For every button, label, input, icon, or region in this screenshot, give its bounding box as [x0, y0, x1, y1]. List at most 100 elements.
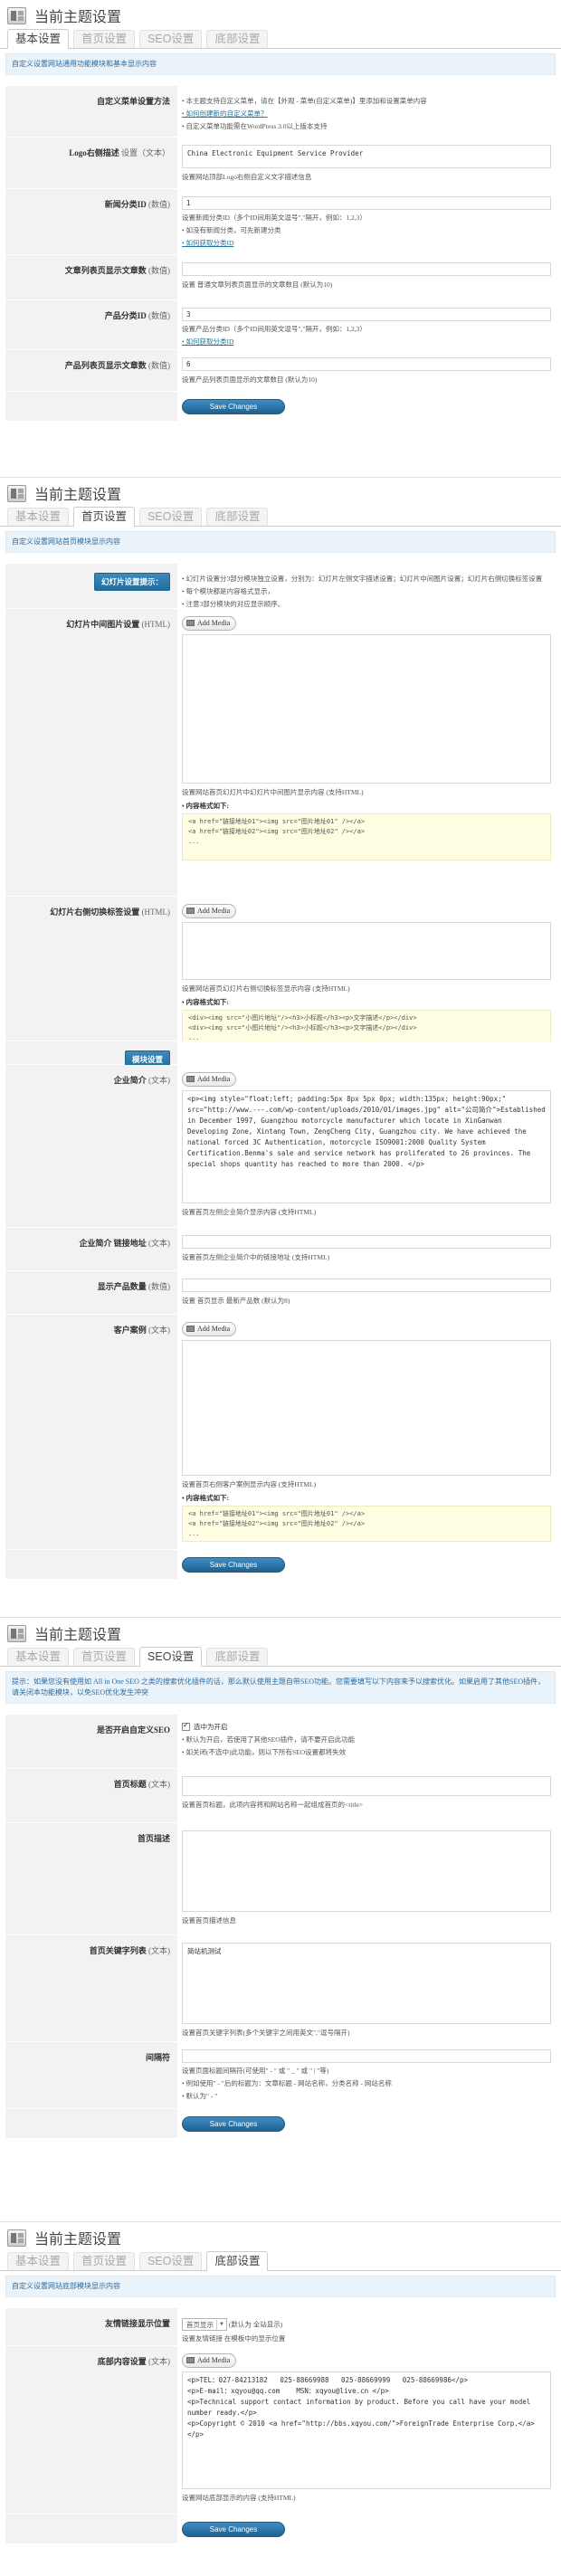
product-num-type: (数值)	[148, 361, 170, 370]
intro-label: 企业简介	[113, 1076, 147, 1085]
menu-tip: • 本主题支持自定义菜单，请在【外观 - 菜单(自定义菜单)】里添加和设置菜单内…	[182, 97, 427, 105]
product-show-label: 显示产品数量	[97, 1282, 147, 1291]
news-id-type: (数值)	[148, 200, 170, 209]
slide-img-textarea[interactable]	[182, 634, 551, 784]
save-button[interactable]: Save Changes	[182, 399, 285, 414]
article-num-label: 文章列表页显示文章数	[64, 266, 147, 275]
save-button[interactable]: Save Changes	[182, 2522, 285, 2537]
seo-enable-checkbox[interactable]	[182, 1721, 190, 1731]
product-num-input[interactable]: 6	[182, 357, 551, 371]
add-media-button[interactable]: Add Media	[182, 2353, 237, 2368]
tab-footer[interactable]: 底部设置	[206, 2251, 269, 2271]
seo-desc-label: 首页描述	[5, 1823, 177, 1934]
news-id-tip: 设置新闻分类ID（多个ID间用英文逗号","隔开，例如：1,2,3）	[182, 214, 366, 222]
tab-footer[interactable]: 底部设置	[206, 508, 269, 526]
tab-home[interactable]: 首页设置	[73, 507, 136, 527]
tab-seo[interactable]: SEO设置	[139, 30, 203, 48]
case-type: (文本)	[148, 1326, 170, 1335]
tab-home[interactable]: 首页设置	[73, 30, 136, 48]
media-icon	[186, 1076, 195, 1082]
intro-textarea[interactable]: <p><img style="float:left; padding:5px 8…	[182, 1090, 551, 1203]
case-textarea[interactable]	[182, 1340, 551, 1476]
menu-version-tip: • 自定义菜单功能需在WordPress 3.0以上版本支持	[182, 122, 328, 130]
code-format-heading: • 内容格式如下:	[182, 1494, 229, 1502]
home-settings-panel: 当前主题设置 基本设置 首页设置 SEO设置 底部设置 自定义设置网站首页模块显…	[0, 478, 561, 1618]
news-id-input[interactable]: 1	[182, 196, 551, 210]
slide-img-desc: 设置网站首页幻灯片中幻灯片中间图片显示内容 (支持HTML)	[182, 788, 364, 796]
tab-footer[interactable]: 底部设置	[206, 1648, 269, 1666]
seo-title-input[interactable]	[182, 1776, 551, 1796]
tab-basic[interactable]: 基本设置	[7, 508, 70, 526]
tab-basic[interactable]: 基本设置	[7, 1648, 70, 1666]
page-title: 当前主题设置	[34, 1628, 122, 1643]
code-format-heading: • 内容格式如下:	[182, 802, 229, 810]
slide-tab-desc: 设置网站首页幻灯片右侧切换标签显示内容 (支持HTML)	[182, 984, 350, 993]
news-id-label: 新闻分类ID	[104, 200, 147, 209]
create-menu-link[interactable]: • 如何创建新的自定义菜单？	[182, 109, 268, 118]
footer-content-desc: 设置网站底部显示的内容 (支持HTML)	[182, 2494, 296, 2502]
friend-link-default: (默认为 全站显示)	[228, 2320, 283, 2329]
intro-link-input[interactable]	[182, 1235, 551, 1249]
footer-content-textarea[interactable]: <p>TEL：027-84213182 025-88669988 025-886…	[182, 2372, 551, 2489]
page-title: 当前主题设置	[34, 488, 122, 503]
add-media-button[interactable]: Add Media	[182, 616, 237, 631]
save-button[interactable]: Save Changes	[182, 2116, 285, 2132]
media-icon	[186, 2357, 195, 2363]
product-show-type: (数值)	[148, 1282, 170, 1291]
tab-home[interactable]: 首页设置	[73, 1648, 136, 1666]
get-category-id-link[interactable]: • 如何获取分类ID	[182, 239, 233, 247]
intro-link-desc: 设置首页左侧企业简介中的链接地址 (支持HTML)	[182, 1253, 330, 1261]
tab-bar: 基本设置 首页设置 SEO设置 底部设置	[0, 27, 561, 49]
case-code-example: <a href="链接地址01"><img src="图片地址01" /></a…	[182, 1506, 551, 1542]
seo-keywords-textarea[interactable]: 简站机测试	[182, 1943, 551, 2024]
product-id-label: 产品分类ID	[104, 311, 147, 320]
product-id-tip: 设置产品分类ID（多个ID间用英文逗号","隔开，例如：1,2,3）	[182, 325, 366, 333]
menu-label: 自定义菜单设置方法	[5, 86, 177, 137]
seo-separator-tip-3: • 默认为" - "	[182, 2092, 218, 2100]
page-header: 当前主题设置	[0, 2222, 561, 2249]
tab-seo[interactable]: SEO设置	[139, 508, 203, 526]
page-header: 当前主题设置	[0, 0, 561, 27]
seo-desc-textarea[interactable]	[182, 1830, 551, 1912]
add-media-button[interactable]: Add Media	[182, 1322, 237, 1336]
slide-img-type: (HTML)	[141, 620, 171, 629]
logo-desc: 设置网站顶部Logo右侧自定义文字描述信息	[182, 173, 312, 181]
add-media-button[interactable]: Add Media	[182, 904, 237, 918]
tab-home[interactable]: 首页设置	[73, 2252, 136, 2270]
add-media-button[interactable]: Add Media	[182, 1072, 237, 1087]
get-product-id-link[interactable]: • 如何获取分类ID	[182, 337, 233, 346]
slide-tip: • 幻灯片设置分3部分模块独立设置，分别为：幻灯片左侧文字描述设置；幻灯片中间图…	[182, 575, 543, 583]
tab-footer[interactable]: 底部设置	[206, 30, 269, 48]
seo-separator-input[interactable]	[182, 2049, 551, 2063]
friend-link-select[interactable]: 首页显示 ▼	[182, 2318, 227, 2331]
seo-keywords-type: (文本)	[148, 1946, 170, 1955]
slide-tab-textarea[interactable]	[182, 922, 551, 980]
logo-desc-textarea[interactable]: China Electronic Equipment Service Provi…	[182, 145, 551, 168]
footer-content-type: (文本)	[148, 2357, 170, 2366]
page-header: 当前主题设置	[0, 1618, 561, 1645]
notice-bar: 自定义设置网站底部模块显示内容	[5, 2276, 556, 2297]
slide-tip-2: • 每个模块都是内容格式显示，	[182, 587, 274, 595]
tab-seo[interactable]: SEO设置	[139, 2252, 203, 2270]
slide-tab-label: 幻灯片右侧切换标签设置	[50, 908, 140, 917]
page-title: 当前主题设置	[34, 2232, 122, 2248]
tab-basic[interactable]: 基本设置	[7, 2252, 70, 2270]
notice-bar: 自定义设置网站首页模块显示内容	[5, 531, 556, 553]
tab-seo[interactable]: SEO设置	[139, 1647, 203, 1667]
case-desc: 设置首页右侧客户案例显示内容 (支持HTML)	[182, 1480, 317, 1488]
code-format-heading: • 内容格式如下:	[182, 998, 229, 1006]
logo-type: 设置（文本）	[120, 148, 170, 157]
seo-settings-panel: 当前主题设置 基本设置 首页设置 SEO设置 底部设置 提示：如果您没有使用如 …	[0, 1618, 561, 2222]
tab-basic[interactable]: 基本设置	[7, 29, 70, 49]
article-num-input[interactable]	[182, 262, 551, 276]
product-show-input[interactable]	[182, 1278, 551, 1292]
seo-separator-tip: 设置页面标题间隔符(可使用" - " 或 " _ " 或 " | "等)	[182, 2067, 329, 2075]
save-button[interactable]: Save Changes	[182, 1557, 285, 1573]
page-header: 当前主题设置	[0, 478, 561, 505]
settings-icon	[7, 6, 26, 24]
intro-desc: 设置首页左侧企业简介显示内容 (支持HTML)	[182, 1208, 317, 1216]
seo-enable-tip-2: • 如关闭(不选中)此功能，则以下所有SEO设置都将失效	[182, 1748, 347, 1756]
settings-icon	[7, 1624, 26, 1642]
page-title: 当前主题设置	[34, 10, 122, 25]
product-id-input[interactable]: 3	[182, 308, 551, 321]
